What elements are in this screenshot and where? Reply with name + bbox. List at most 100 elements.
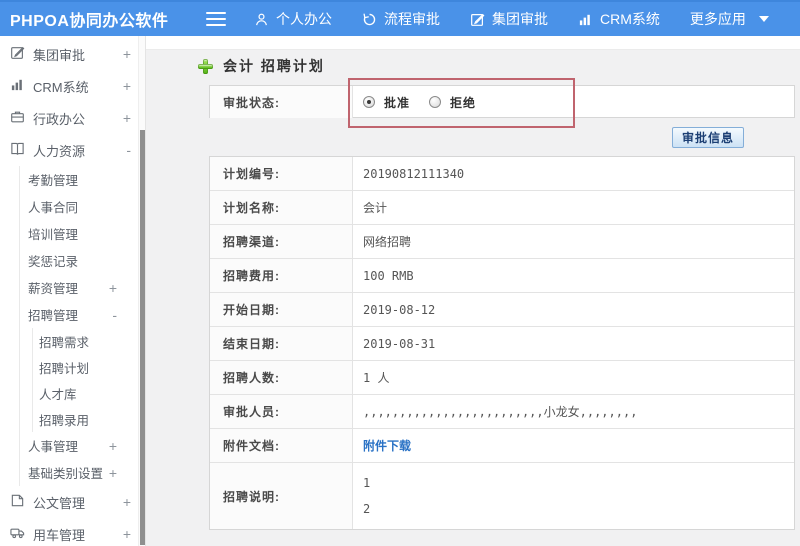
field-label: 计划编号: [210,157,353,190]
sidebar-item-vehicle-mgmt[interactable]: 用车管理 + [0,518,145,546]
nav-item-label: CRM系统 [600,11,660,27]
sidebar-item-base-category[interactable]: 基础类别设置 + [20,459,145,486]
field-value: 批准 拒绝 [353,86,794,118]
person-icon [254,12,269,27]
expand-toggle[interactable]: - [126,142,131,158]
sidebar-item-salary[interactable]: 薪资管理 + [20,274,145,301]
add-plus-icon[interactable] [198,58,213,74]
field-value: 1 2 [353,463,794,529]
field-label: 招聘渠道: [210,225,353,258]
expand-toggle[interactable]: + [123,494,131,510]
menu-hamburger-icon[interactable] [206,12,226,26]
history-icon [362,12,377,27]
table-row-approvers: 审批人员: ,,,,,,,,,,,,,,,,,,,,,,,,,小龙女,,,,,,… [210,395,794,429]
field-value: 会计 [363,201,388,215]
sidebar-item-admin-office[interactable]: 行政办公 + [0,102,145,134]
description-line: 2 [363,502,371,516]
edit-icon [470,12,485,27]
field-value: 100 RMB [363,268,414,283]
field-value: 1 人 [363,371,390,385]
table-row-plan-number: 计划编号: 20190812111340 [210,157,794,191]
sidebar-item-attendance[interactable]: 考勤管理 [20,166,145,193]
nav-item-label: 个人办公 [276,11,332,27]
top-bar: PHPOA协同办公软件 个人办公 流程审批 集团审批 CRM系统 更多应用 [0,0,800,36]
sidebar-item-hr[interactable]: 人力资源 - [0,134,145,166]
expand-toggle[interactable]: + [109,465,117,481]
table-row-headcount: 招聘人数: 1 人 [210,361,794,395]
table-row-approval-status: 审批状态: 批准 拒绝 [210,86,794,118]
table-row-plan-name: 计划名称: 会计 [210,191,794,225]
field-label: 招聘说明: [210,463,353,529]
sidebar-scrollbar [138,36,145,546]
field-value: 2019-08-12 [363,302,436,317]
field-label: 计划名称: [210,191,353,224]
sidebar-item-personnel-mgmt[interactable]: 人事管理 + [20,432,145,459]
approve-radio-label: 批准 [384,95,411,110]
field-value: 网络招聘 [363,235,412,249]
nav-item-label: 集团审批 [492,11,548,27]
nav-item-label: 流程审批 [384,11,440,27]
sidebar: 集团审批 + CRM系统 + 行政办公 + 人力资源 - 考勤管理 人事合同 培… [0,36,146,546]
table-row-description: 招聘说明: 1 2 [210,463,794,529]
briefcase-icon [10,109,25,127]
sidebar-item-recruit-demand[interactable]: 招聘需求 [33,328,145,354]
approval-info-button[interactable]: 审批信息 [672,127,745,148]
recruit-submenu: 招聘需求 招聘计划 人才库 招聘录用 [32,328,145,432]
expand-toggle[interactable]: + [123,110,131,126]
bar-chart-icon [10,77,25,95]
field-value: 2019-08-31 [363,336,436,351]
field-label: 招聘费用: [210,259,353,292]
table-row-recruit-channel: 招聘渠道: 网络招聘 [210,225,794,259]
table-row-start-date: 开始日期: 2019-08-12 [210,293,794,327]
field-label: 审批状态: [210,86,353,118]
main-content: 会计 招聘计划 审批状态: 批准 拒绝 审批信息 计划编号: 201908121… [146,36,800,546]
expand-toggle[interactable]: + [123,46,131,62]
bar-chart-icon [578,12,593,27]
table-row-end-date: 结束日期: 2019-08-31 [210,327,794,361]
nav-item-crm[interactable]: CRM系统 [578,9,660,29]
field-value: 附件下载 [353,429,794,462]
nav-item-personal-office[interactable]: 个人办公 [254,9,332,29]
expand-toggle[interactable]: - [112,307,117,323]
approval-status-table: 审批状态: 批准 拒绝 [209,85,795,118]
sidebar-item-talent-pool[interactable]: 人才库 [33,380,145,406]
field-label: 开始日期: [210,293,353,326]
expand-toggle[interactable]: + [123,526,131,542]
nav-item-workflow-approval[interactable]: 流程审批 [362,9,440,29]
edit-icon [10,45,25,63]
sidebar-item-rewards[interactable]: 奖惩记录 [20,247,145,274]
document-icon [10,493,25,511]
field-value: 20190812111340 [363,166,465,181]
nav-item-label: 更多应用 [689,11,746,27]
field-label: 附件文档: [210,429,353,462]
toolbar-strip [146,36,800,50]
field-label: 招聘人数: [210,361,353,394]
top-nav: 个人办公 流程审批 集团审批 CRM系统 更多应用 [254,9,799,29]
recruit-plan-detail-table: 计划编号: 20190812111340 计划名称: 会计 招聘渠道: 网络招聘… [209,156,795,530]
page-title: 会计 招聘计划 [223,58,325,74]
sidebar-item-group-approval[interactable]: 集团审批 + [0,38,145,70]
approve-radio[interactable] [363,96,375,108]
expand-toggle[interactable]: + [109,438,117,454]
sidebar-item-training[interactable]: 培训管理 [20,220,145,247]
page-header: 会计 招聘计划 [198,56,325,76]
sidebar-item-document-mgmt[interactable]: 公文管理 + [0,486,145,518]
truck-icon [10,525,25,543]
attachment-download-link[interactable]: 附件下载 [363,437,411,454]
caret-down-icon [758,16,769,22]
table-row-recruit-cost: 招聘费用: 100 RMB [210,259,794,293]
hr-submenu: 考勤管理 人事合同 培训管理 奖惩记录 薪资管理 + 招聘管理 - 招聘需求 招… [19,166,145,486]
nav-item-more-apps[interactable]: 更多应用 [690,9,769,29]
sidebar-item-recruit-mgmt[interactable]: 招聘管理 - [20,301,145,328]
sidebar-item-hr-contract[interactable]: 人事合同 [20,193,145,220]
sidebar-scrollbar-thumb[interactable] [140,130,145,545]
nav-item-group-approval[interactable]: 集团审批 [470,9,548,29]
sidebar-item-crm[interactable]: CRM系统 + [0,70,145,102]
description-line: 1 [363,476,371,490]
table-row-attachment: 附件文档: 附件下载 [210,429,794,463]
reject-radio[interactable] [429,96,442,108]
sidebar-item-recruit-hire[interactable]: 招聘录用 [33,406,145,432]
sidebar-item-recruit-plan[interactable]: 招聘计划 [33,354,145,380]
expand-toggle[interactable]: + [109,280,117,296]
expand-toggle[interactable]: + [123,78,131,94]
